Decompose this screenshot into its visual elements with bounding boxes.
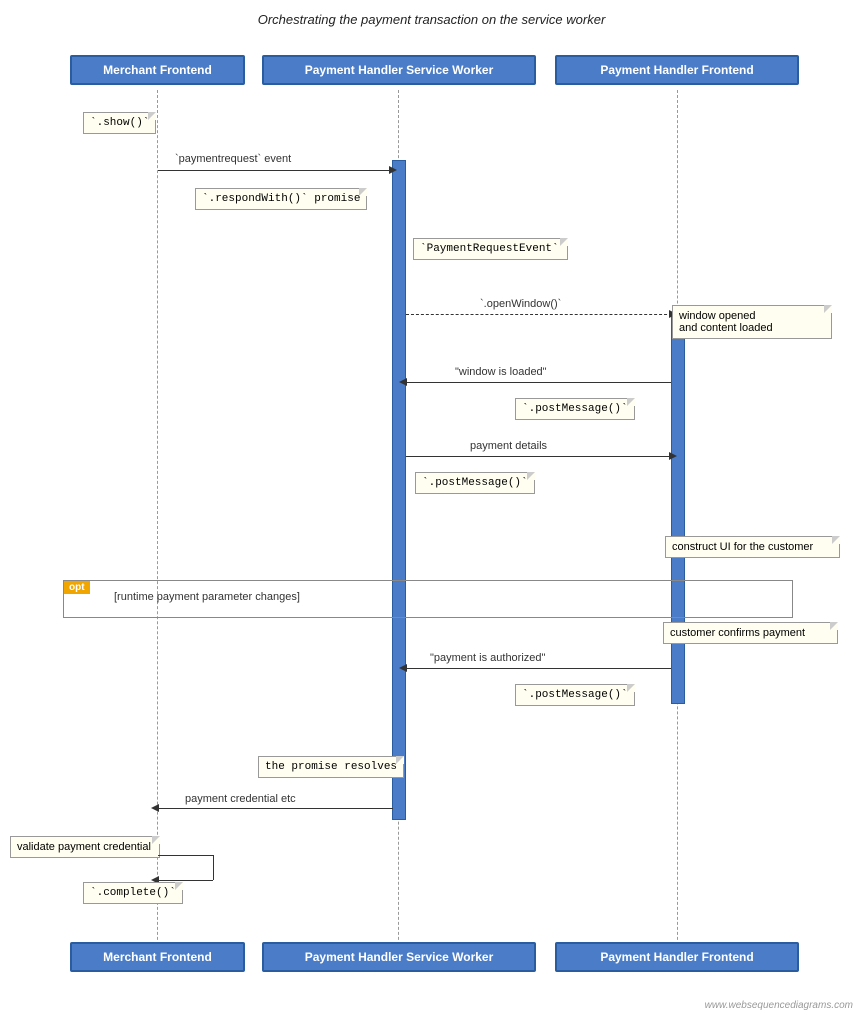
note-postmessage3: `.postMessage()` [515, 684, 635, 706]
note-respondwith: `.respondWith()` promise [195, 188, 367, 210]
note-complete: `.complete()` [83, 882, 183, 904]
arrow-paymentrequest [158, 170, 393, 171]
label-paymentcredential: payment credential etc [185, 793, 296, 805]
self-arrow-bottom [158, 880, 213, 881]
arrow-paymentdetails [406, 456, 671, 457]
note-show: `.show()` [83, 112, 156, 134]
actor-merchant-top: Merchant Frontend [70, 55, 245, 85]
diagram-title: Orchestrating the payment transaction on… [0, 0, 863, 35]
actor-handler-bottom: Payment Handler Service Worker [262, 942, 536, 972]
opt-label: opt [64, 581, 90, 594]
note-windowopened: window openedand content loaded [672, 305, 832, 339]
arrow-openwindow [406, 314, 672, 315]
note-validatepayment: validate payment credential [10, 836, 160, 858]
opt-container: opt [runtime payment parameter changes] [63, 580, 793, 618]
self-arrow-right [213, 855, 214, 880]
arrow-paymentauthorized [406, 668, 671, 669]
note-constructui: construct UI for the customer [665, 536, 840, 558]
note-customerconfirms: customer confirms payment [663, 622, 838, 644]
arrow-paymentcredential [158, 808, 393, 809]
watermark: www.websequencediagrams.com [705, 1000, 853, 1011]
label-windowloaded: "window is loaded" [455, 366, 547, 378]
self-arrow-top [158, 855, 213, 856]
opt-text: [runtime payment parameter changes] [114, 591, 300, 603]
actor-frontend-top: Payment Handler Frontend [555, 55, 799, 85]
arrow-windowloaded [406, 382, 671, 383]
note-postmessage1: `.postMessage()` [515, 398, 635, 420]
actor-merchant-bottom: Merchant Frontend [70, 942, 245, 972]
diagram-container: Orchestrating the payment transaction on… [0, 0, 863, 1019]
label-paymentdetails: payment details [470, 440, 547, 452]
label-openwindow: `.openWindow()` [480, 298, 561, 310]
active-lifeline-frontend [671, 314, 685, 704]
actor-handler-top: Payment Handler Service Worker [262, 55, 536, 85]
label-paymentrequest: `paymentrequest` event [175, 153, 291, 165]
active-lifeline-handler [392, 160, 406, 820]
actor-frontend-bottom: Payment Handler Frontend [555, 942, 799, 972]
label-paymentauthorized: "payment is authorized" [430, 652, 545, 664]
note-postmessage2: `.postMessage()` [415, 472, 535, 494]
note-promiseresolves: the promise resolves [258, 756, 404, 778]
note-paymentrequesteve: `PaymentRequestEvent` [413, 238, 568, 260]
